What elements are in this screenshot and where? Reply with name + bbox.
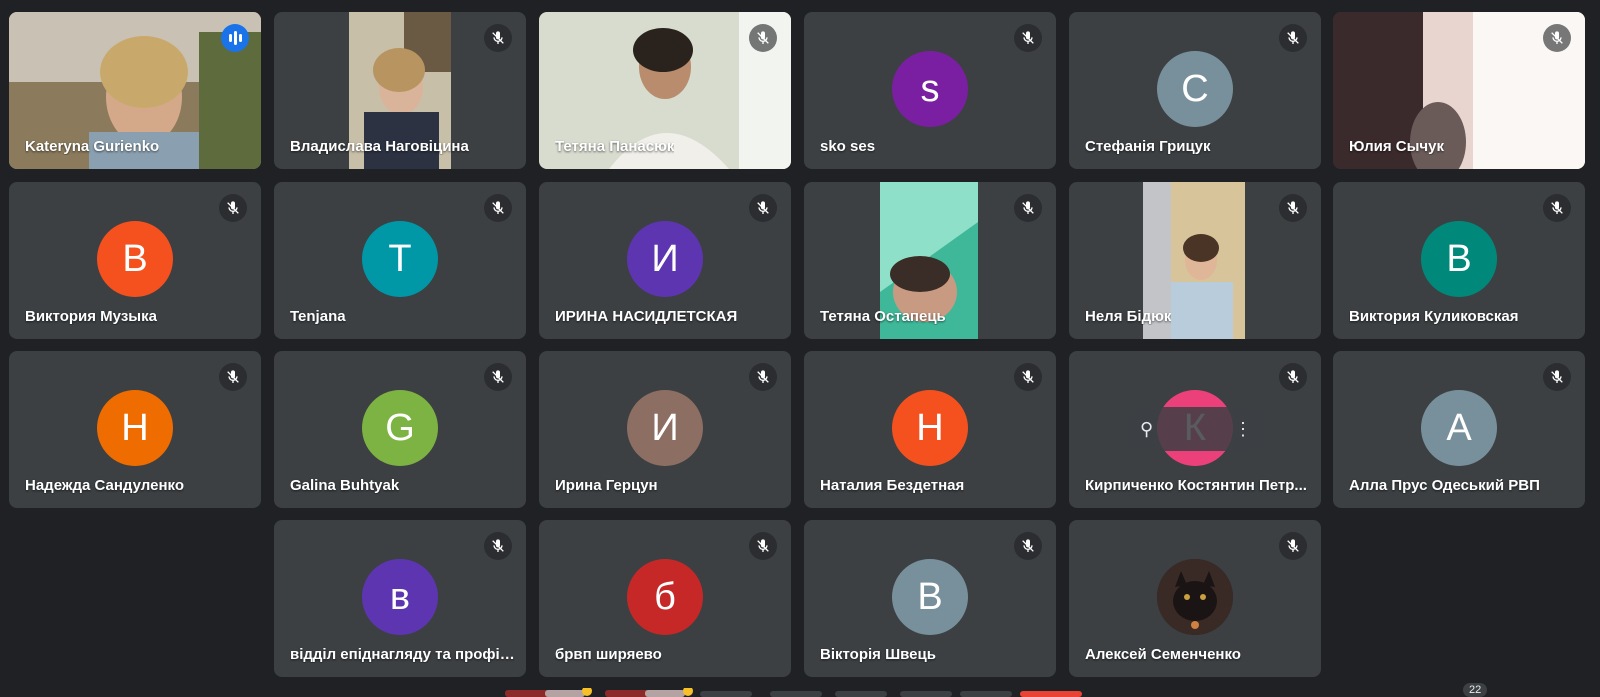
participant-name: Наталия Бездетная <box>820 477 965 494</box>
mic-off-icon <box>1014 194 1042 222</box>
participant-tile[interactable]: Неля Бідюк <box>1069 182 1321 339</box>
participant-name: Владислава Наговіцина <box>290 138 469 155</box>
participant-avatar: T <box>362 221 438 297</box>
mic-off-icon <box>1279 24 1307 52</box>
participant-name: Виктория Музыка <box>25 308 157 325</box>
participant-avatar: И <box>627 221 703 297</box>
participant-name: Стефанія Грицук <box>1085 138 1211 155</box>
participant-avatar: Н <box>892 390 968 466</box>
participant-name: Тетяна Панасюк <box>555 138 675 155</box>
participant-tile[interactable]: В Виктория Музыка <box>9 182 261 339</box>
participant-avatar: В <box>892 559 968 635</box>
participant-tile[interactable]: С Стефанія Грицук <box>1069 12 1321 169</box>
participant-name: ИРИНА НАСИДЛЕТСКАЯ <box>555 308 738 325</box>
participant-tile[interactable]: s sko ses <box>804 12 1056 169</box>
participant-tile[interactable]: Тетяна Остапець <box>804 182 1056 339</box>
participant-tile[interactable]: Kateryna Gurienko <box>9 12 261 169</box>
participant-avatar: В <box>97 221 173 297</box>
participant-name: Тетяна Остапець <box>820 308 946 325</box>
speaking-indicator-icon <box>221 24 249 52</box>
participant-name: Юлия Сычук <box>1349 138 1444 155</box>
mic-off-icon <box>749 532 777 560</box>
participant-tile[interactable]: К ⚲ ⋮ Кирпиченко Костянтин Петр... <box>1069 351 1321 508</box>
participant-avatar: Н <box>97 390 173 466</box>
participant-name: Кирпиченко Костянтин Петр... <box>1085 477 1307 494</box>
participant-name: Ирина Герцун <box>555 477 658 494</box>
participant-tile[interactable]: б брвп ширяево <box>539 520 791 677</box>
pin-icon[interactable]: ⚲ <box>1140 419 1153 440</box>
mic-off-icon <box>1014 363 1042 391</box>
participant-name: sko ses <box>820 138 876 155</box>
participant-tile[interactable]: в відділ епіднагляду та профіл... <box>274 520 526 677</box>
participant-count-badge: 22 <box>1463 683 1488 697</box>
participant-name: брвп ширяево <box>555 646 662 663</box>
participant-name: Виктория Куликовская <box>1349 308 1519 325</box>
mic-off-icon <box>1279 532 1307 560</box>
mic-off-icon <box>484 532 512 560</box>
participant-tile[interactable]: Н Наталия Бездетная <box>804 351 1056 508</box>
mic-off-icon <box>484 24 512 52</box>
participant-name: відділ епіднагляду та профіл... <box>290 646 515 663</box>
participant-avatar: И <box>627 390 703 466</box>
mic-off-icon <box>219 363 247 391</box>
participant-name: Алла Прус Одеський РВП <box>1349 477 1540 494</box>
participant-avatar: в <box>362 559 438 635</box>
participant-avatar: G <box>362 390 438 466</box>
participant-tile[interactable]: И Ирина Герцун <box>539 351 791 508</box>
more-options-icon[interactable]: ⋮ <box>1234 419 1252 440</box>
participant-tile[interactable]: В Виктория Куликовская <box>1333 182 1585 339</box>
mic-off-icon <box>1014 532 1042 560</box>
participant-avatar: б <box>627 559 703 635</box>
participant-name: Galina Buhtyak <box>290 477 400 494</box>
participant-tile[interactable]: G Galina Buhtyak <box>274 351 526 508</box>
participant-tile[interactable]: Юлия Сычук <box>1333 12 1585 169</box>
control-bar <box>505 688 1082 697</box>
participant-name: Надежда Сандуленко <box>25 477 184 494</box>
mic-off-icon <box>1279 194 1307 222</box>
mic-off-icon <box>1014 24 1042 52</box>
mic-off-icon <box>1543 194 1571 222</box>
participant-photo-avatar <box>1157 559 1233 635</box>
mic-off-icon <box>749 194 777 222</box>
mic-off-icon <box>484 194 512 222</box>
tile-hover-controls: ⚲ ⋮ <box>1126 407 1266 451</box>
participant-name: Tenjana <box>290 308 346 325</box>
participant-tile[interactable]: Владислава Наговіцина <box>274 12 526 169</box>
participant-name: Неля Бідюк <box>1085 308 1172 325</box>
mic-off-icon <box>749 363 777 391</box>
participant-avatar: С <box>1157 51 1233 127</box>
participant-avatar: В <box>1421 221 1497 297</box>
participant-tile[interactable]: Н Надежда Сандуленко <box>9 351 261 508</box>
mic-off-icon <box>749 24 777 52</box>
mic-off-icon <box>1543 363 1571 391</box>
participant-avatar: А <box>1421 390 1497 466</box>
participant-tile[interactable]: Тетяна Панасюк <box>539 12 791 169</box>
participant-name: Алексей Семенченко <box>1085 646 1241 663</box>
participant-tile[interactable]: И ИРИНА НАСИДЛЕТСКАЯ <box>539 182 791 339</box>
participant-name: Вікторія Швець <box>820 646 936 663</box>
participant-tile[interactable]: Алексей Семенченко <box>1069 520 1321 677</box>
participant-tile[interactable]: В Вікторія Швець <box>804 520 1056 677</box>
participant-tile[interactable]: T Tenjana <box>274 182 526 339</box>
participant-avatar: s <box>892 51 968 127</box>
mic-off-icon <box>484 363 512 391</box>
mic-off-icon <box>1543 24 1571 52</box>
mic-off-icon <box>219 194 247 222</box>
mic-off-icon <box>1279 363 1307 391</box>
participant-tile[interactable]: А Алла Прус Одеський РВП <box>1333 351 1585 508</box>
participant-name: Kateryna Gurienko <box>25 138 160 155</box>
